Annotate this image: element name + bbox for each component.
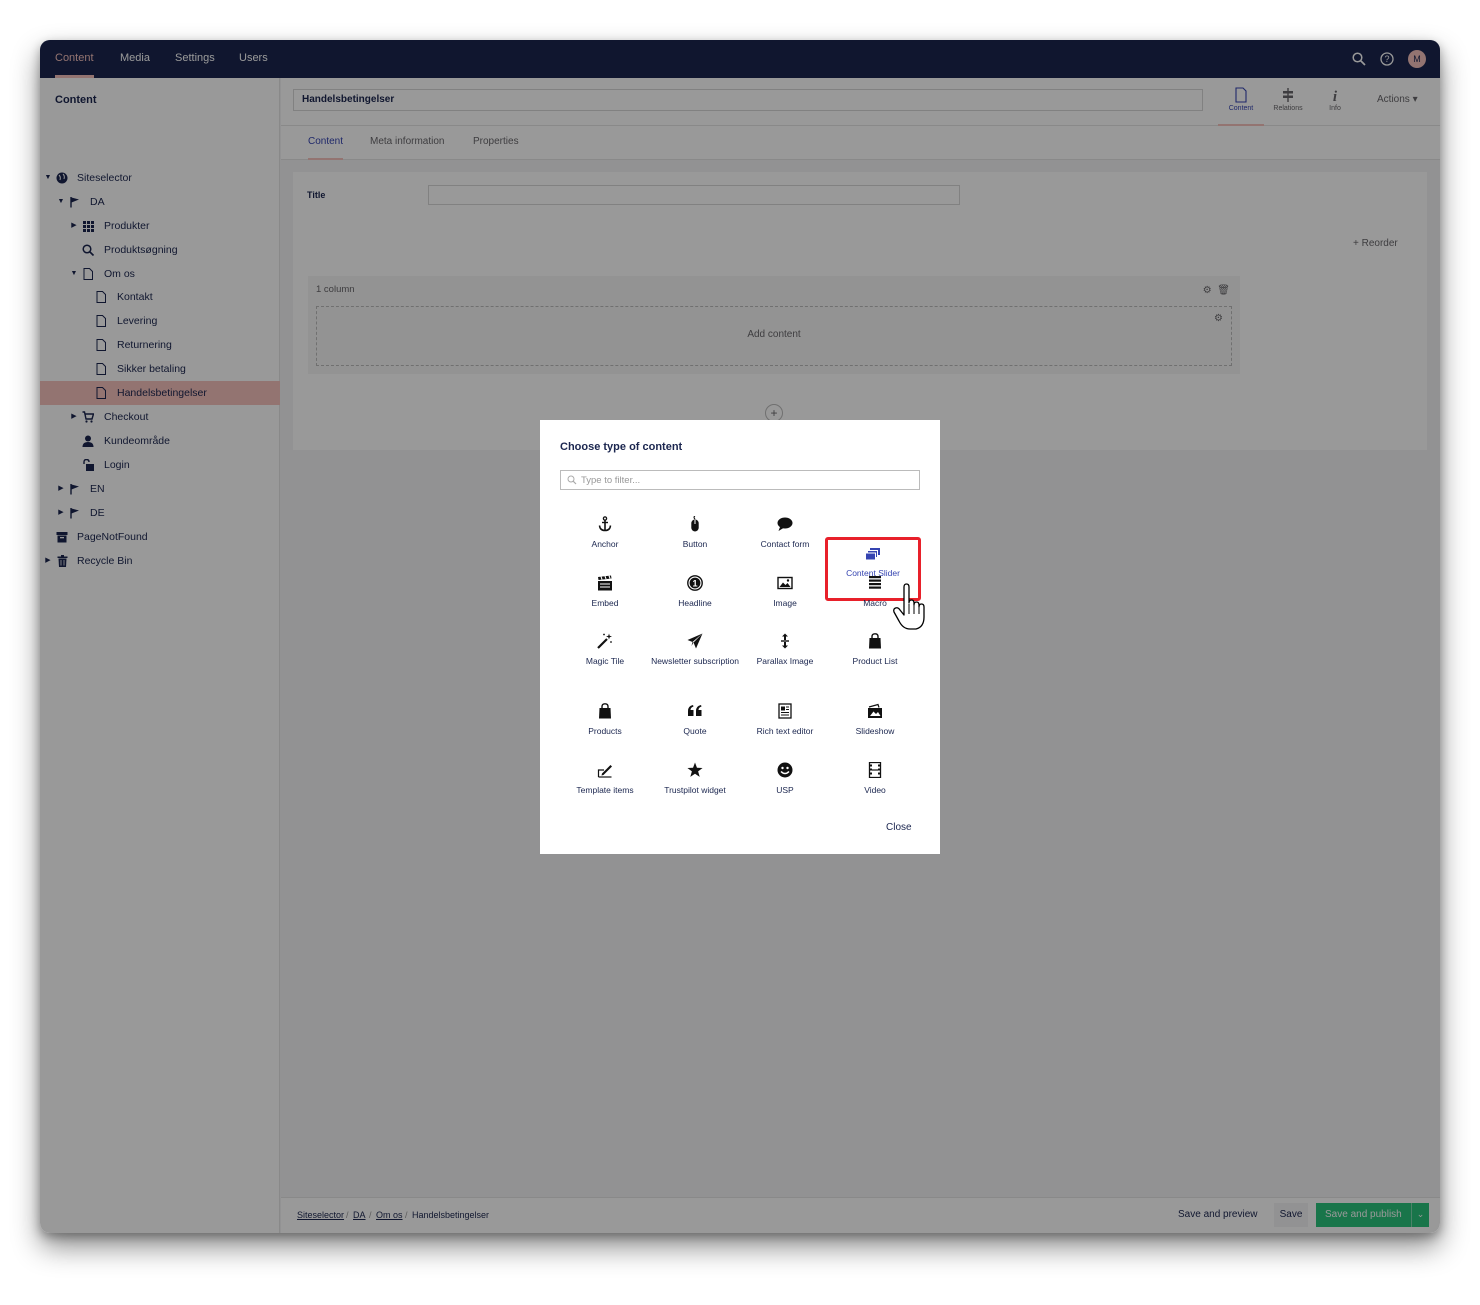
- mouse-icon: [687, 516, 703, 532]
- macro-icon: [867, 575, 883, 591]
- content-type-anchor[interactable]: Anchor: [560, 508, 650, 566]
- content-type-image[interactable]: Image: [740, 567, 830, 625]
- clapperboard-icon: [597, 575, 613, 591]
- film-icon: [867, 762, 883, 778]
- anchor-icon: [597, 516, 613, 532]
- parallax-arrows-icon: [777, 633, 793, 649]
- shopping-bag-icon: [867, 633, 883, 649]
- content-type-quote[interactable]: Quote: [650, 695, 740, 753]
- content-type-slideshow[interactable]: Slideshow: [830, 695, 920, 753]
- search-icon: [567, 475, 577, 485]
- dialog-title: Choose type of content: [560, 441, 683, 453]
- shopping-bag-icon: [597, 703, 613, 719]
- content-type-product-list[interactable]: Product List: [830, 625, 920, 683]
- content-type-contact-form[interactable]: Contact form: [740, 508, 830, 566]
- close-button[interactable]: Close: [886, 822, 912, 833]
- content-type-trustpilot-widget[interactable]: Trustpilot widget: [650, 754, 740, 812]
- content-type-newsletter-subscription[interactable]: Newsletter subscription: [650, 625, 740, 683]
- quote-icon: [687, 703, 703, 719]
- svg-text:1: 1: [692, 578, 697, 588]
- filter-input[interactable]: [581, 473, 911, 487]
- paper-plane-icon: [687, 633, 703, 649]
- choose-content-dialog: Choose type of content Anchor Button Con…: [540, 420, 940, 854]
- app-window: Content Media Settings Users ? M Content…: [40, 40, 1440, 1233]
- content-type-products[interactable]: Products: [560, 695, 650, 753]
- content-type-embed[interactable]: Embed: [560, 567, 650, 625]
- content-type-magic-tile[interactable]: Magic Tile: [560, 625, 650, 683]
- content-type-video[interactable]: Video: [830, 754, 920, 812]
- slides-icon: [865, 545, 881, 561]
- magic-wand-icon: [597, 633, 613, 649]
- star-icon: [687, 762, 703, 778]
- content-type-headline[interactable]: 1 Headline: [650, 567, 740, 625]
- photo-stack-icon: [867, 703, 883, 719]
- newspaper-icon: [777, 703, 793, 719]
- hand-cursor-icon: [893, 583, 925, 630]
- content-type-usp[interactable]: USP: [740, 754, 830, 812]
- picture-icon: [777, 575, 793, 591]
- smiley-icon: [777, 762, 793, 778]
- content-type-rich-text-editor[interactable]: Rich text editor: [740, 695, 830, 753]
- chat-bubble-icon: [777, 516, 793, 532]
- content-type-parallax-image[interactable]: Parallax Image: [740, 625, 830, 683]
- content-type-button[interactable]: Button: [650, 508, 740, 566]
- edit-pencil-icon: [597, 762, 613, 778]
- content-type-template-items[interactable]: Template items: [560, 754, 650, 812]
- filter-field[interactable]: [560, 470, 920, 490]
- number-one-circle-icon: 1: [687, 575, 703, 591]
